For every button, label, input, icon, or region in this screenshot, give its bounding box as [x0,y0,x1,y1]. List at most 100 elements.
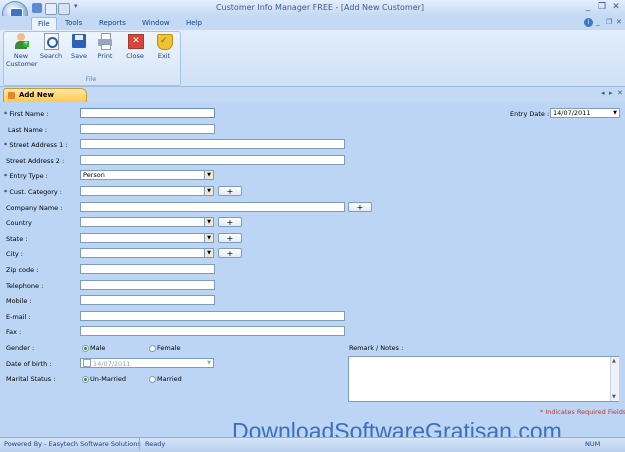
fax-input[interactable] [80,326,345,336]
chevron-down-icon[interactable]: ▼ [611,109,619,117]
chevron-down-icon[interactable]: ▼ [205,359,213,367]
entry-date-picker[interactable]: 14/07/2011 ▼ [550,108,620,118]
print-button[interactable]: Print [90,33,120,73]
tab-reports[interactable]: Reports [93,17,132,30]
status-divider [139,438,140,450]
company-input[interactable] [80,202,345,212]
doc-close-button[interactable]: ✕ [616,18,622,26]
close-label: Close [126,52,144,60]
new-customer-button[interactable]: + New Customer [6,33,38,73]
state-select[interactable]: ▼ [80,233,214,243]
tab-close-icon[interactable]: ✕ [617,89,623,97]
tab-scroll-right-icon[interactable]: ▸ [609,89,613,97]
help-icon[interactable]: i [584,18,593,27]
tab-file[interactable]: File [31,17,57,31]
company-label: Company Name : [6,204,63,212]
city-select[interactable]: ▼ [80,248,214,258]
customer-tab-icon [8,92,15,99]
country-select[interactable]: ▼ [80,217,214,227]
tab-help[interactable]: Help [180,17,208,30]
chevron-down-icon[interactable]: ▼ [204,234,213,242]
first-name-label: * First Name : [4,110,49,118]
tab-window[interactable]: Window [136,17,176,30]
powered-by-text: Powered By - Easytech Software Solutions [4,440,141,448]
first-name-input[interactable] [80,108,215,118]
marital-label: Marital Status : [6,375,56,383]
close-window-button[interactable]: ✕ [610,2,622,13]
add-category-button[interactable]: + [218,186,242,196]
cust-category-select[interactable]: ▼ [80,186,214,196]
gender-label: Gender : [6,344,35,352]
close-icon: ✕ [127,33,144,49]
add-country-button[interactable]: + [218,217,242,227]
add-city-button[interactable]: + [218,248,242,258]
quick-save-icon[interactable] [32,3,42,13]
search-button[interactable]: Search [36,33,66,73]
scroll-down-icon[interactable]: ▼ [612,394,616,400]
street2-input[interactable] [80,155,345,165]
city-label: City : [6,250,23,258]
scroll-up-icon[interactable]: ▲ [612,358,616,364]
save-icon [71,33,87,49]
gender-male-radio[interactable] [82,345,89,352]
new-customer-label-2: Customer [6,60,38,68]
exit-icon: ✓ [156,33,173,50]
entry-type-value: Person [83,171,105,179]
chevron-down-icon[interactable]: ▼ [204,171,213,179]
search-icon [43,33,59,50]
status-ready: Ready [145,440,166,448]
doc-restore-button[interactable]: ❐ [606,18,612,26]
notes-textarea[interactable] [348,356,619,402]
ribbon-group-label: File [85,75,97,83]
close-button[interactable]: ✕ Close [120,33,150,73]
dob-value: 14/07/2011 [93,360,131,368]
street2-label: Street Address 2 : [6,157,65,165]
gender-male-label: Male [90,344,106,352]
notes-scrollbar[interactable]: ▲ ▼ [610,357,619,401]
street1-label: * Street Address 1 : [4,141,68,149]
restore-button[interactable]: ❐ [596,2,608,13]
quick-preview-icon[interactable] [58,3,70,15]
minimize-button[interactable]: _ [582,2,594,13]
chevron-down-icon[interactable]: ▼ [204,187,213,195]
add-user-icon: + [13,33,29,49]
dob-label: Date of birth : [6,360,52,368]
mobile-input[interactable] [80,295,215,305]
dob-picker[interactable]: 14/07/2011 ▼ [80,358,214,368]
telephone-label: Telephone : [6,282,44,290]
last-name-label: Last Name : [8,126,48,134]
telephone-input[interactable] [80,280,215,290]
country-label: Country [6,219,32,227]
add-state-button[interactable]: + [218,233,242,243]
mobile-label: Mobile : [6,297,32,305]
chevron-down-icon[interactable]: ▼ [204,218,213,226]
document-tab-strip [0,87,625,103]
required-fields-note: * Indicates Required Fields [540,408,625,416]
street1-input[interactable] [80,139,345,149]
marital-unmarried-label: Un-Married [90,375,126,383]
cust-category-label: * Cust. Category : [4,188,62,196]
last-name-input[interactable] [80,124,215,134]
exit-button[interactable]: ✓ Exit [149,33,179,73]
email-input[interactable] [80,311,345,321]
marital-unmarried-radio[interactable] [82,376,89,383]
quick-access-dropdown-icon[interactable]: ▾ [74,2,78,10]
num-lock-indicator: NUM [585,440,601,448]
entry-date-label: Entry Date : [510,110,550,118]
calendar-icon [83,359,91,367]
doc-tab-add-new-customer[interactable]: Add New Customer [3,88,87,112]
tab-tools[interactable]: Tools [59,17,88,30]
gender-female-label: Female [157,344,181,352]
zip-input[interactable] [80,264,215,274]
doc-minimize-button[interactable]: _ [596,18,600,26]
marital-married-radio[interactable] [149,376,156,383]
zip-label: Zip code : [6,266,39,274]
notes-label: Remark / Notes : [349,344,404,352]
state-label: State : [6,235,28,243]
chevron-down-icon[interactable]: ▼ [204,249,213,257]
gender-female-radio[interactable] [149,345,156,352]
add-company-button[interactable]: + [348,202,372,212]
tab-scroll-left-icon[interactable]: ◂ [601,89,605,97]
entry-type-select[interactable]: Person ▼ [80,170,214,180]
quick-print-icon[interactable] [45,3,57,15]
